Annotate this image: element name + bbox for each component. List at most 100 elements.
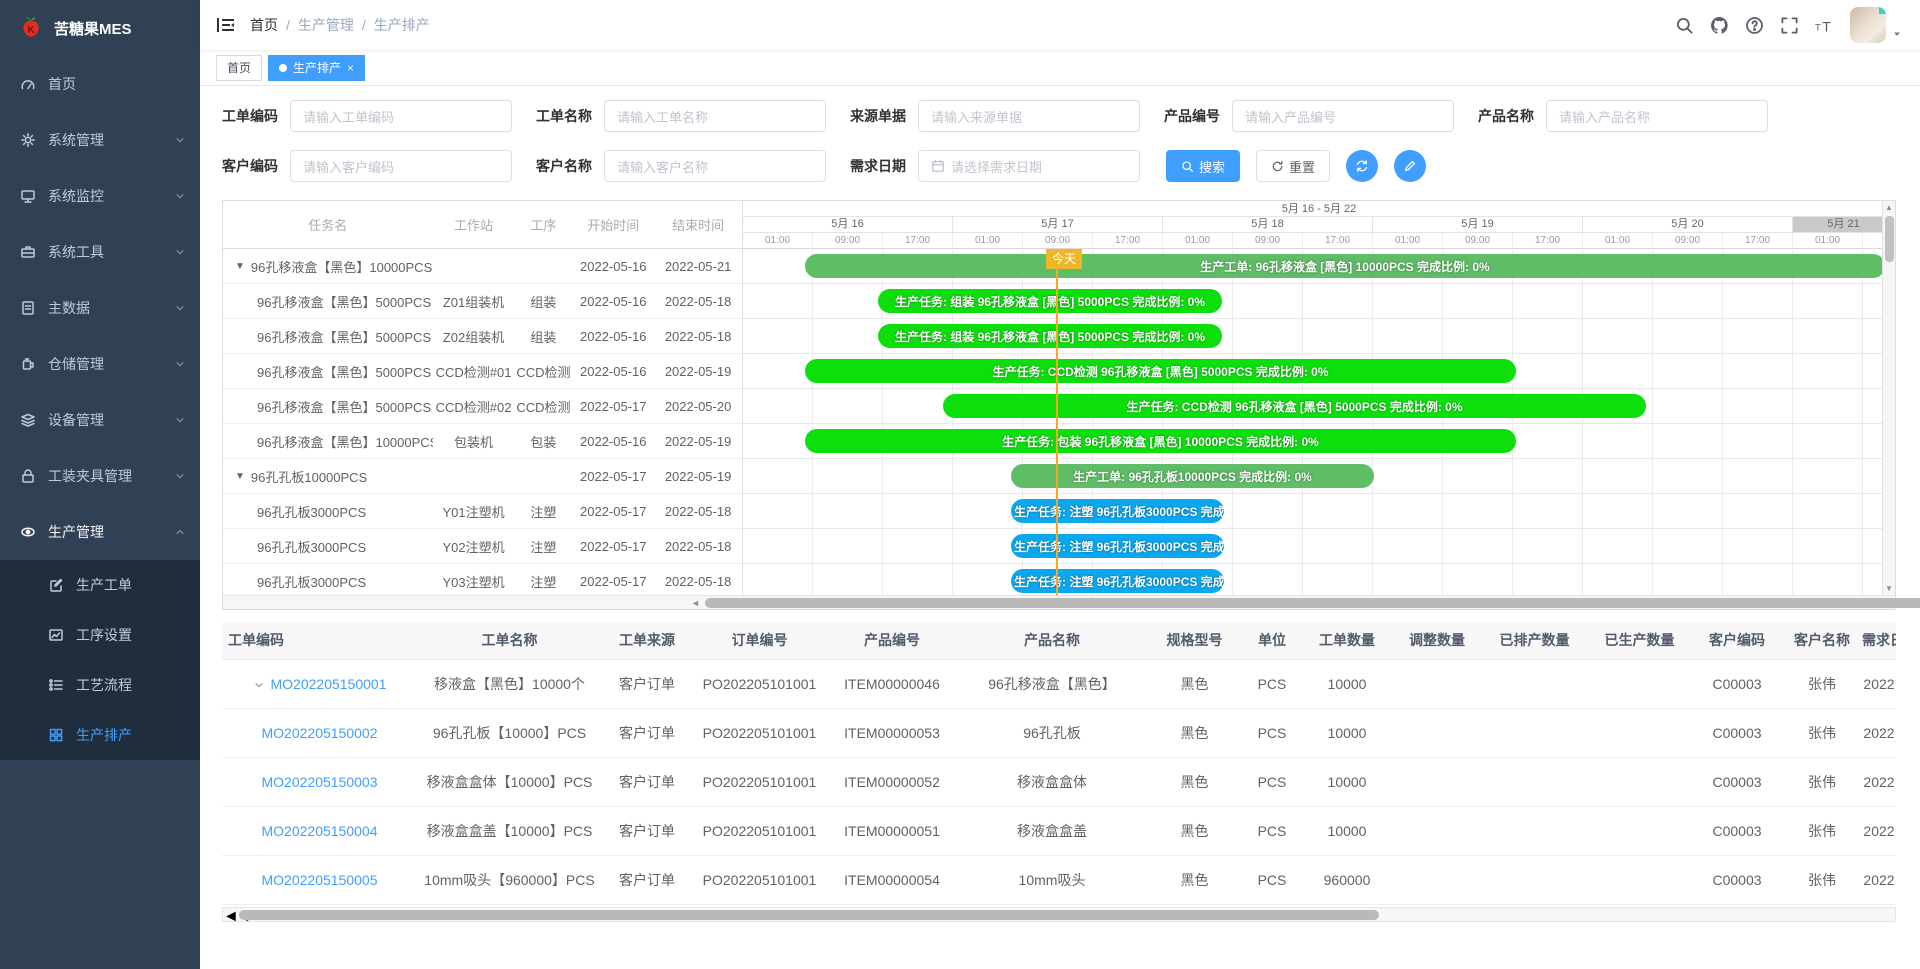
orders-cell xyxy=(1482,855,1587,904)
sidebar-item-主数据[interactable]: 主数据 xyxy=(0,280,200,336)
sidebar-item-工装夹具管理[interactable]: 工装夹具管理 xyxy=(0,448,200,504)
scroll-left-arrow-icon[interactable]: ◄ xyxy=(223,908,239,925)
gantt-bar[interactable]: 生产工单: 96孔孔板10000PCS 完成比例: 0% xyxy=(1011,464,1374,488)
search-button[interactable]: 搜索 xyxy=(1166,150,1240,182)
sidebar-item-生产排产[interactable]: 生产排产 xyxy=(0,710,200,760)
sidebar-item-系统监控[interactable]: 系统监控 xyxy=(0,168,200,224)
collapse-triangle-icon[interactable]: ▼ xyxy=(235,471,245,482)
sidebar-item-工艺流程[interactable]: 工艺流程 xyxy=(0,660,200,710)
gantt-bar[interactable]: 生产任务: 注塑 96孔孔板3000PCS 完成比例: 0% xyxy=(1011,534,1224,558)
gantt-end-date: 2022-05-18 xyxy=(654,574,742,589)
table-row[interactable]: MO20220515000510mm吸头【960000】PCS客户订单PO202… xyxy=(222,855,1896,904)
gantt-bar-label: 生产任务: CCD检测 96孔移液盒 [黑色] 5000PCS 完成比例: 0% xyxy=(1126,398,1462,415)
sidebar-item-系统管理[interactable]: 系统管理 xyxy=(0,112,200,168)
text-input[interactable]: 请输入客户编码 xyxy=(290,150,512,182)
gantt-bar[interactable]: 生产任务: 包装 96孔移液盒 [黑色] 10000PCS 完成比例: 0% xyxy=(805,429,1516,453)
table-horizontal-scrollbar[interactable]: ◄ ► xyxy=(222,907,1896,922)
sidebar-item-设备管理[interactable]: 设备管理 xyxy=(0,392,200,448)
gantt-vertical-scrollbar[interactable]: ▲ ▼ xyxy=(1882,201,1895,595)
orders-cell: 10000 xyxy=(1302,708,1392,757)
text-input[interactable]: 请输入工单编码 xyxy=(290,100,512,132)
gantt-hscroll-thumb[interactable] xyxy=(705,598,1920,608)
gantt-bar[interactable]: 生产任务: 注塑 96孔孔板3000PCS 完成比例: 0% xyxy=(1011,499,1224,523)
text-input[interactable]: 请输入客户名称 xyxy=(604,150,826,182)
gantt-table-body: ▼96孔移液盒【黑色】10000PCS2022-05-162022-05-219… xyxy=(223,249,742,599)
sidebar-item-仓储管理[interactable]: 仓储管理 xyxy=(0,336,200,392)
gantt-task-row[interactable]: 96孔孔板3000PCSY01注塑机注塑2022-05-172022-05-18 xyxy=(223,494,742,529)
gantt-bar[interactable]: 生产任务: CCD检测 96孔移液盒 [黑色] 5000PCS 完成比例: 0% xyxy=(943,394,1646,418)
gantt-task-row[interactable]: 96孔孔板3000PCSY03注塑机注塑2022-05-172022-05-18 xyxy=(223,564,742,599)
tab-close-icon[interactable]: × xyxy=(347,61,354,75)
table-row[interactable]: MO202205150001移液盒【黑色】10000个客户订单PO2022051… xyxy=(222,659,1896,708)
fontsize-icon[interactable]: TT xyxy=(1815,16,1834,35)
gantt-task-row[interactable]: 96孔移液盒【黑色】5000PCSZ02组装机组装2022-05-162022-… xyxy=(223,319,742,354)
gantt-task-row[interactable]: 96孔移液盒【黑色】10000PCS包装机包装2022-05-162022-05… xyxy=(223,424,742,459)
orders-cell: 2022 xyxy=(1862,855,1896,904)
gantt-task-row[interactable]: 96孔移液盒【黑色】5000PCSCCD检测#02CCD检测2022-05-17… xyxy=(223,389,742,424)
filter-label: 客户名称 xyxy=(536,156,592,176)
scroll-left-arrow-icon[interactable]: ◄ xyxy=(691,596,700,610)
filter-来源单据: 来源单据请输入来源单据 xyxy=(850,100,1140,132)
work-order-link[interactable]: MO202205150003 xyxy=(262,774,378,790)
reset-button[interactable]: 重置 xyxy=(1256,150,1330,182)
breadcrumb-item[interactable]: 生产管理 xyxy=(298,15,354,35)
work-order-link[interactable]: MO202205150004 xyxy=(262,823,378,839)
question-icon[interactable] xyxy=(1745,16,1764,35)
tab-生产排产[interactable]: 生产排产× xyxy=(268,55,365,81)
gantt-task-row[interactable]: 96孔移液盒【黑色】5000PCSCCD检测#01CCD检测2022-05-16… xyxy=(223,354,742,389)
table-hscroll-thumb[interactable] xyxy=(239,910,1379,920)
github-icon[interactable] xyxy=(1710,16,1729,35)
gantt-task-row[interactable]: 96孔移液盒【黑色】5000PCSZ01组装机组装2022-05-162022-… xyxy=(223,284,742,319)
refresh-gantt-button[interactable] xyxy=(1346,150,1378,182)
gantt-bar[interactable]: 生产任务: 组装 96孔移液盒 [黑色] 5000PCS 完成比例: 0% xyxy=(878,289,1222,313)
row-expand-chevron-icon[interactable] xyxy=(253,679,265,691)
sidebar-item-生产工单[interactable]: 生产工单 xyxy=(0,560,200,610)
search-icon[interactable] xyxy=(1675,16,1694,35)
collapse-triangle-icon[interactable]: ▼ xyxy=(235,261,245,272)
sidebar-item-系统工具[interactable]: 系统工具 xyxy=(0,224,200,280)
gantt-bar[interactable]: 生产工单: 96孔移液盒 [黑色] 10000PCS 完成比例: 0% xyxy=(805,254,1885,278)
sidebar-menu: 首页系统管理系统监控系统工具主数据仓储管理设备管理工装夹具管理生产管理生产工单工… xyxy=(0,56,200,760)
gantt-horizontal-scrollbar[interactable]: ◄ xyxy=(223,595,1895,609)
breadcrumb-item[interactable]: 生产排产 xyxy=(374,15,430,35)
gantt-bar[interactable]: 生产任务: 组装 96孔移液盒 [黑色] 5000PCS 完成比例: 0% xyxy=(878,324,1222,348)
tab-首页[interactable]: 首页 xyxy=(216,55,262,81)
table-row[interactable]: MO20220515000296孔孔板【10000】PCS客户订单PO20220… xyxy=(222,708,1896,757)
input-placeholder: 请选择需求日期 xyxy=(951,157,1042,176)
date-input[interactable]: 请选择需求日期 xyxy=(918,150,1140,182)
text-input[interactable]: 请输入产品编号 xyxy=(1232,100,1454,132)
fullscreen-icon[interactable] xyxy=(1780,16,1799,35)
sidebar-item-生产管理[interactable]: 生产管理 xyxy=(0,504,200,560)
sidebar-submenu: 生产工单工序设置工艺流程生产排产 xyxy=(0,560,200,760)
text-input[interactable]: 请输入工单名称 xyxy=(604,100,826,132)
filter-form: 工单编码请输入工单编码工单名称请输入工单名称来源单据请输入来源单据产品编号请输入… xyxy=(222,100,1896,182)
user-menu[interactable] xyxy=(1850,7,1902,43)
edit-schedule-button[interactable] xyxy=(1394,150,1426,182)
avatar[interactable] xyxy=(1850,7,1886,43)
work-order-link[interactable]: MO202205150002 xyxy=(262,725,378,741)
gantt-task-row[interactable]: ▼96孔孔板10000PCS2022-05-172022-05-19 xyxy=(223,459,742,494)
work-order-link[interactable]: MO202205150001 xyxy=(271,676,387,692)
sidebar-item-首页[interactable]: 首页 xyxy=(0,56,200,112)
sidebar-collapse-icon[interactable] xyxy=(216,15,236,35)
gantt-bar[interactable]: 生产任务: CCD检测 96孔移液盒 [黑色] 5000PCS 完成比例: 0% xyxy=(805,359,1516,383)
timeline-day-cell: 5月 21 xyxy=(1793,217,1895,232)
scroll-up-arrow-icon[interactable]: ▲ xyxy=(1885,201,1893,214)
breadcrumb-item[interactable]: 首页 xyxy=(250,15,278,35)
gantt-task-name: 96孔移液盒【黑色】5000PCS xyxy=(223,327,433,346)
gantt-task-row[interactable]: 96孔孔板3000PCSY02注塑机注塑2022-05-172022-05-18 xyxy=(223,529,742,564)
orders-cell: 客户订单 xyxy=(602,708,692,757)
sidebar-item-label: 工艺流程 xyxy=(76,675,186,695)
sidebar-item-工序设置[interactable]: 工序设置 xyxy=(0,610,200,660)
table-row[interactable]: MO202205150004移液盒盒盖【10000】PCS客户订单PO20220… xyxy=(222,806,1896,855)
text-input[interactable]: 请输入来源单据 xyxy=(918,100,1140,132)
gantt-task-row[interactable]: ▼96孔移液盒【黑色】10000PCS2022-05-162022-05-21 xyxy=(223,249,742,284)
work-order-link[interactable]: MO202205150005 xyxy=(262,872,378,888)
gantt-bar[interactable]: 生产任务: 注塑 96孔孔板3000PCS 完成比例: 0% xyxy=(1011,569,1224,593)
text-input[interactable]: 请输入产品名称 xyxy=(1546,100,1768,132)
gantt-vscroll-thumb[interactable] xyxy=(1885,216,1894,262)
table-row[interactable]: MO202205150003移液盒盒体【10000】PCS客户订单PO20220… xyxy=(222,757,1896,806)
gantt-start-date: 2022-05-16 xyxy=(572,329,654,344)
timeline-hour-cell: 17:00 xyxy=(1723,233,1793,248)
scroll-down-arrow-icon[interactable]: ▼ xyxy=(1885,582,1893,595)
